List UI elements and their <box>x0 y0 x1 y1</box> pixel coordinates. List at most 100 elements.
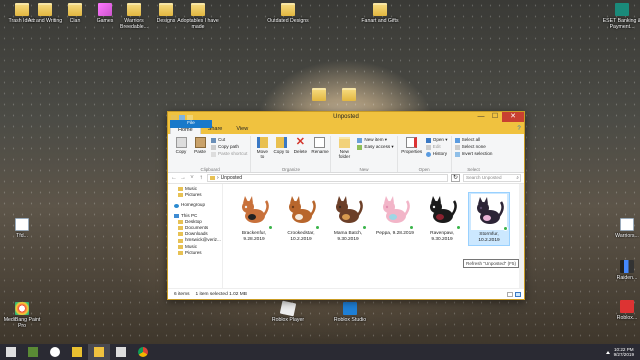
search-input[interactable]: Search Unposted ⌕ <box>463 174 521 182</box>
recent-chevron-icon[interactable]: ˅ <box>189 175 195 181</box>
up-arrow-icon[interactable]: ↑ <box>198 175 204 181</box>
desktop-icon[interactable]: Raiden... <box>605 260 640 281</box>
folder-icon <box>178 244 183 249</box>
copy-icon <box>175 137 187 148</box>
rename-icon <box>313 137 325 148</box>
maximize-button[interactable]: ☐ <box>488 112 502 122</box>
explorer-window[interactable]: Unposted — ☐ ✕ File Home Share View ? Co… <box>167 111 525 300</box>
copy-path-button[interactable]: Copy path <box>211 144 247 150</box>
large-icons-view-icon[interactable] <box>515 291 521 297</box>
refresh-tooltip: Refresh "Unposted" (F5) <box>463 259 519 268</box>
nav-item-label: Homegroup <box>181 202 206 208</box>
back-arrow-icon[interactable]: ← <box>171 175 177 181</box>
breadcrumb-unposted[interactable]: Unposted <box>221 175 242 181</box>
easy-access-button[interactable]: Easy access ▾ <box>357 144 394 150</box>
file-item[interactable]: Ravenpaw, 9.30.2019 <box>421 192 463 244</box>
show-hidden-icons-icon[interactable] <box>605 350 610 354</box>
minecraft-taskbar-button[interactable] <box>22 344 44 360</box>
desktop-icon[interactable]: ESET Banking & Payment... <box>600 3 640 30</box>
easy-access-icon <box>357 144 363 150</box>
desktop-icon[interactable]: Tfd... <box>0 218 44 239</box>
address-bar[interactable]: › Unposted <box>207 174 448 182</box>
file-item[interactable]: Mama Batch, 9.30.2019 <box>327 192 369 244</box>
sync-check-icon <box>409 225 414 230</box>
image-thumbnail <box>330 193 367 230</box>
image-thumbnail <box>471 194 508 231</box>
open-button[interactable]: Open ▾ <box>425 137 448 143</box>
file-name: Ravenpaw, 9.30.2019 <box>430 231 454 242</box>
refresh-button[interactable]: ↻ <box>451 174 460 182</box>
desktop-icon-label: Roblox... <box>616 315 638 321</box>
wattpad-taskbar-button[interactable] <box>44 344 66 360</box>
toontown-taskbar-button[interactable] <box>66 344 88 360</box>
shortcut-icon <box>211 151 216 157</box>
paint-taskbar-button[interactable] <box>110 344 132 360</box>
folder-icon <box>342 88 356 101</box>
cat-drawing-icon <box>242 196 269 223</box>
file-list[interactable]: Brackenfur, 9.28.2019 Crookedstar, 10.2.2… <box>223 184 524 288</box>
invert-selection-button[interactable]: Invert selection <box>454 151 492 157</box>
image-thumbnail <box>377 193 414 230</box>
paint-icon <box>116 347 126 357</box>
file-item[interactable]: Stormfur, 10.2.2019 <box>468 192 510 246</box>
select-all-button[interactable]: Select all <box>454 137 493 143</box>
start-button[interactable] <box>0 344 22 360</box>
cat-drawing-icon <box>430 196 457 223</box>
desktop-icon-label: Adoptables I have made <box>177 18 219 30</box>
paste-shortcut-button[interactable]: Paste shortcut <box>211 151 247 157</box>
file-explorer-taskbar-button[interactable] <box>88 344 110 360</box>
desktop-icon-label: Warriors... <box>615 233 639 239</box>
details-view-icon[interactable] <box>507 291 513 297</box>
folder-icon <box>178 226 183 231</box>
select-group: Select all Select none Invert selection … <box>452 136 496 172</box>
group-label-clipboard: Clipboard <box>200 167 220 172</box>
vertical-scrollbar[interactable] <box>519 184 524 288</box>
properties-icon <box>406 137 418 148</box>
folder-icon <box>127 3 141 16</box>
close-button[interactable]: ✕ <box>502 112 524 122</box>
file-item[interactable]: Peppa, 9.28.2019 <box>374 192 416 238</box>
desktop-icon[interactable] <box>327 88 371 103</box>
file-item[interactable]: Crookedstar, 10.2.2019 <box>280 192 322 244</box>
copy-label: Copy <box>175 149 187 154</box>
desktop-icon[interactable]: Fanart and Gifts <box>358 3 402 24</box>
chrome-taskbar-button[interactable] <box>132 344 154 360</box>
file-item[interactable]: Brackenfur, 9.28.2019 <box>233 192 275 244</box>
select-none-button[interactable]: Select none <box>454 144 493 150</box>
nav-item[interactable]: Pictures <box>168 250 222 256</box>
item-count: 6 items <box>174 291 190 297</box>
forward-arrow-icon[interactable]: → <box>180 175 186 181</box>
ribbon: Copy Paste Cut Copy path Paste shortcut … <box>168 134 524 173</box>
folder-icon <box>159 3 173 16</box>
group-label-new: New <box>359 167 369 172</box>
clock[interactable]: 10:22 PM 9/27/2019 <box>614 347 634 358</box>
desktop-icon[interactable]: Outdated Designs <box>266 3 310 24</box>
tab-file[interactable]: File <box>170 120 212 128</box>
invert-selection-icon <box>454 151 460 157</box>
desktop-icon[interactable]: Roblox Player <box>266 300 310 323</box>
edit-button[interactable]: Edit <box>425 144 448 150</box>
cut-button[interactable]: Cut <box>211 137 247 143</box>
scissors-icon <box>211 137 216 143</box>
nav-item-label: Pictures <box>185 249 202 255</box>
nav-item-label: Pictures <box>185 192 202 198</box>
desktop-icon[interactable]: Adoptables I have made <box>176 3 220 30</box>
navigation-pane[interactable]: Music Pictures Homegroup This PC Desktop Docu… <box>168 184 223 288</box>
clock-date: 9/27/2019 <box>613 352 634 357</box>
breadcrumb-chevron-icon[interactable]: › <box>217 175 219 181</box>
wattpad-icon <box>50 347 60 357</box>
desktop-icon[interactable]: MediBang Paint Pro <box>0 302 44 329</box>
new-item-button[interactable]: New item ▾ <box>357 137 393 143</box>
title-bar[interactable]: Unposted — ☐ ✕ <box>168 112 524 124</box>
minimize-button[interactable]: — <box>474 112 488 122</box>
taskbar: 10:22 PM 9/27/2019 <box>0 344 640 360</box>
file-explorer-icon <box>94 347 104 357</box>
help-icon[interactable]: ? <box>514 124 524 134</box>
desktop-icon[interactable]: Roblox... <box>605 300 640 321</box>
desktop-icon[interactable]: Warriors... <box>605 218 640 239</box>
tab-view[interactable]: View <box>229 124 255 134</box>
file-name: Brackenfur, 9.28.2019 <box>241 231 267 242</box>
desktop-icon[interactable]: Roblox Studio <box>328 302 372 323</box>
history-button[interactable]: History <box>425 151 448 157</box>
windows-logo-icon <box>6 347 16 357</box>
